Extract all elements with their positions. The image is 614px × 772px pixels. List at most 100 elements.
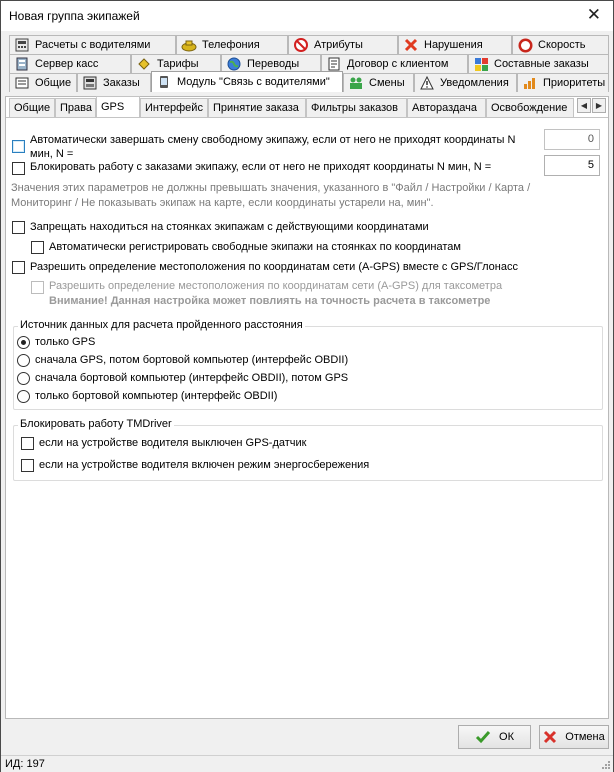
priority-icon	[522, 75, 538, 91]
tab-notifications[interactable]: Уведомления	[414, 73, 517, 92]
orders-icon	[82, 75, 98, 91]
tariff-icon	[136, 56, 152, 72]
warning-icon	[419, 75, 435, 91]
tab-label: Приоритеты	[543, 77, 606, 89]
ok-button[interactable]: ОК	[458, 725, 531, 749]
allow-agps-label: Разрешить определение местоположения по …	[30, 261, 518, 273]
tab-label: Уведомления	[440, 77, 509, 89]
speed-limit-icon	[517, 37, 533, 53]
block-power-saving-checkbox[interactable]	[21, 459, 34, 472]
tab-label: Нарушения	[424, 39, 483, 51]
subtab-interface[interactable]: Интерфейс	[140, 98, 208, 117]
forbid-parking-label: Запрещать находиться на стоянках экипажа…	[30, 221, 429, 233]
auto-end-shift-checkbox[interactable]	[12, 140, 25, 153]
auto-register-checkbox[interactable]	[31, 241, 44, 254]
subtab-order-accept[interactable]: Принятие заказа	[208, 98, 306, 117]
tab-general[interactable]: Общие	[9, 73, 77, 92]
status-bar: ИД: 197	[1, 755, 613, 772]
arrow-right-icon: ▶	[595, 101, 603, 110]
resize-grip-icon[interactable]	[601, 760, 611, 770]
tmdriver-block-group	[13, 425, 603, 481]
contract-icon	[326, 56, 342, 72]
arrow-left-icon: ◀	[580, 101, 588, 110]
block-power-saving-label: если на устройстве водителя включен режи…	[39, 459, 370, 471]
forbid-parking-checkbox[interactable]	[12, 221, 25, 234]
block-orders-minutes-field[interactable]: 5	[544, 155, 600, 176]
tab-priorities[interactable]: Приоритеты	[517, 73, 609, 92]
window-title: Новая группа экипажей	[9, 9, 140, 23]
tab-label: Телефония	[202, 39, 260, 51]
allow-agps-taximeter-checkbox[interactable]	[31, 281, 44, 294]
tab-label: Составные заказы	[494, 58, 589, 70]
scroll-right-button[interactable]: ▶	[592, 98, 606, 113]
settings-hint-line1: Значения этих параметров не должны превы…	[11, 182, 531, 194]
driver-module-icon	[156, 74, 172, 90]
block-gps-off-checkbox[interactable]	[21, 437, 34, 450]
tab-violations[interactable]: Нарушения	[398, 35, 512, 54]
tab-driver-payments[interactable]: Расчеты с водителями	[9, 35, 176, 54]
distance-source-obd-then-gps-label: сначала бортовой компьютер (интерфейс OB…	[35, 372, 349, 384]
allow-agps-taximeter-label: Разрешить определение местоположения по …	[49, 280, 503, 292]
record-id: ИД: 197	[5, 758, 45, 770]
cash-server-icon	[14, 56, 30, 72]
checkmark-icon	[475, 730, 491, 744]
block-orders-label: Блокировать работу с заказами экипажу, е…	[30, 161, 492, 173]
agps-warning-text: Внимание! Данная настройка может повлият…	[49, 295, 491, 307]
tab-label: Общие	[35, 77, 72, 89]
subtab-general[interactable]: Общие	[9, 98, 55, 117]
gps-settings-panel: Автоматически завершать смену свободному…	[6, 117, 608, 718]
auto-register-label: Автоматически регистрировать свободные э…	[49, 241, 461, 253]
phone-icon	[181, 37, 197, 53]
title-bar: Новая группа экипажей ✕	[1, 1, 613, 31]
allow-agps-checkbox[interactable]	[12, 261, 25, 274]
scroll-left-button[interactable]: ◀	[577, 98, 591, 113]
distance-source-title: Источник данных для расчета пройденного …	[18, 319, 305, 331]
tab-driver-module[interactable]: Модуль "Связь с водителями"	[151, 71, 343, 92]
subtab-auto-dispatch[interactable]: Автораздача	[407, 98, 486, 117]
tab-telephony[interactable]: Телефония	[176, 35, 288, 54]
globe-icon	[226, 56, 242, 72]
auto-end-shift-label-line2: мин, N =	[30, 148, 74, 160]
tab-composite-orders[interactable]: Составные заказы	[468, 54, 609, 73]
tab-label: Смены	[369, 77, 405, 89]
auto-end-shift-minutes-field[interactable]: 0	[544, 129, 600, 150]
subtab-rights[interactable]: Права	[55, 98, 96, 117]
tab-label: Договор с клиентом	[347, 58, 449, 70]
auto-end-shift-label-line1: Автоматически завершать смену свободному…	[30, 134, 516, 146]
distance-source-gps-then-obd-label: сначала GPS, потом бортовой компьютер (и…	[35, 354, 349, 366]
distance-source-gps-only-label: только GPS	[35, 336, 96, 348]
distance-source-obd-only-label: только бортовой компьютер (интерфейс OBD…	[35, 390, 278, 402]
block-orders-checkbox[interactable]	[12, 162, 25, 175]
general-icon	[14, 75, 30, 91]
subtab-gps[interactable]: GPS	[96, 96, 140, 117]
red-x-icon	[403, 37, 419, 53]
tab-cash-server[interactable]: Сервер касс	[9, 54, 131, 73]
tab-label: Сервер касс	[35, 58, 99, 70]
tab-shifts[interactable]: Смены	[343, 73, 414, 92]
distance-source-obd-then-gps-radio[interactable]	[17, 372, 30, 385]
tab-label: Переводы	[247, 58, 300, 70]
cancel-button[interactable]: Отмена	[539, 725, 609, 749]
block-gps-off-label: если на устройстве водителя выключен GPS…	[39, 437, 307, 449]
red-x-icon	[543, 730, 557, 744]
people-icon	[348, 75, 364, 91]
tab-attributes[interactable]: Атрибуты	[288, 35, 398, 54]
distance-source-gps-then-obd-radio[interactable]	[17, 354, 30, 367]
tab-client-contract[interactable]: Договор с клиентом	[321, 54, 468, 73]
tab-label: Атрибуты	[314, 39, 363, 51]
subtab-release[interactable]: Освобождение	[486, 98, 574, 117]
cancel-button-label: Отмена	[565, 731, 605, 743]
tab-label: Расчеты с водителями	[35, 39, 151, 51]
tab-label: Скорость	[538, 39, 586, 51]
distance-source-gps-only-radio[interactable]	[17, 336, 30, 349]
tab-speed[interactable]: Скорость	[512, 35, 609, 54]
subtab-order-filters[interactable]: Фильтры заказов	[306, 98, 407, 117]
distance-source-obd-only-radio[interactable]	[17, 390, 30, 403]
close-icon[interactable]: ✕	[587, 5, 601, 25]
tab-orders[interactable]: Заказы	[77, 73, 151, 92]
puzzle-icon	[473, 56, 489, 72]
tab-label: Заказы	[103, 77, 140, 89]
tmdriver-block-title: Блокировать работу TMDriver	[18, 418, 174, 430]
ok-button-label: ОК	[499, 731, 514, 743]
settings-hint-line2: Мониторинг / Не показывать экипаж на кар…	[11, 197, 434, 209]
